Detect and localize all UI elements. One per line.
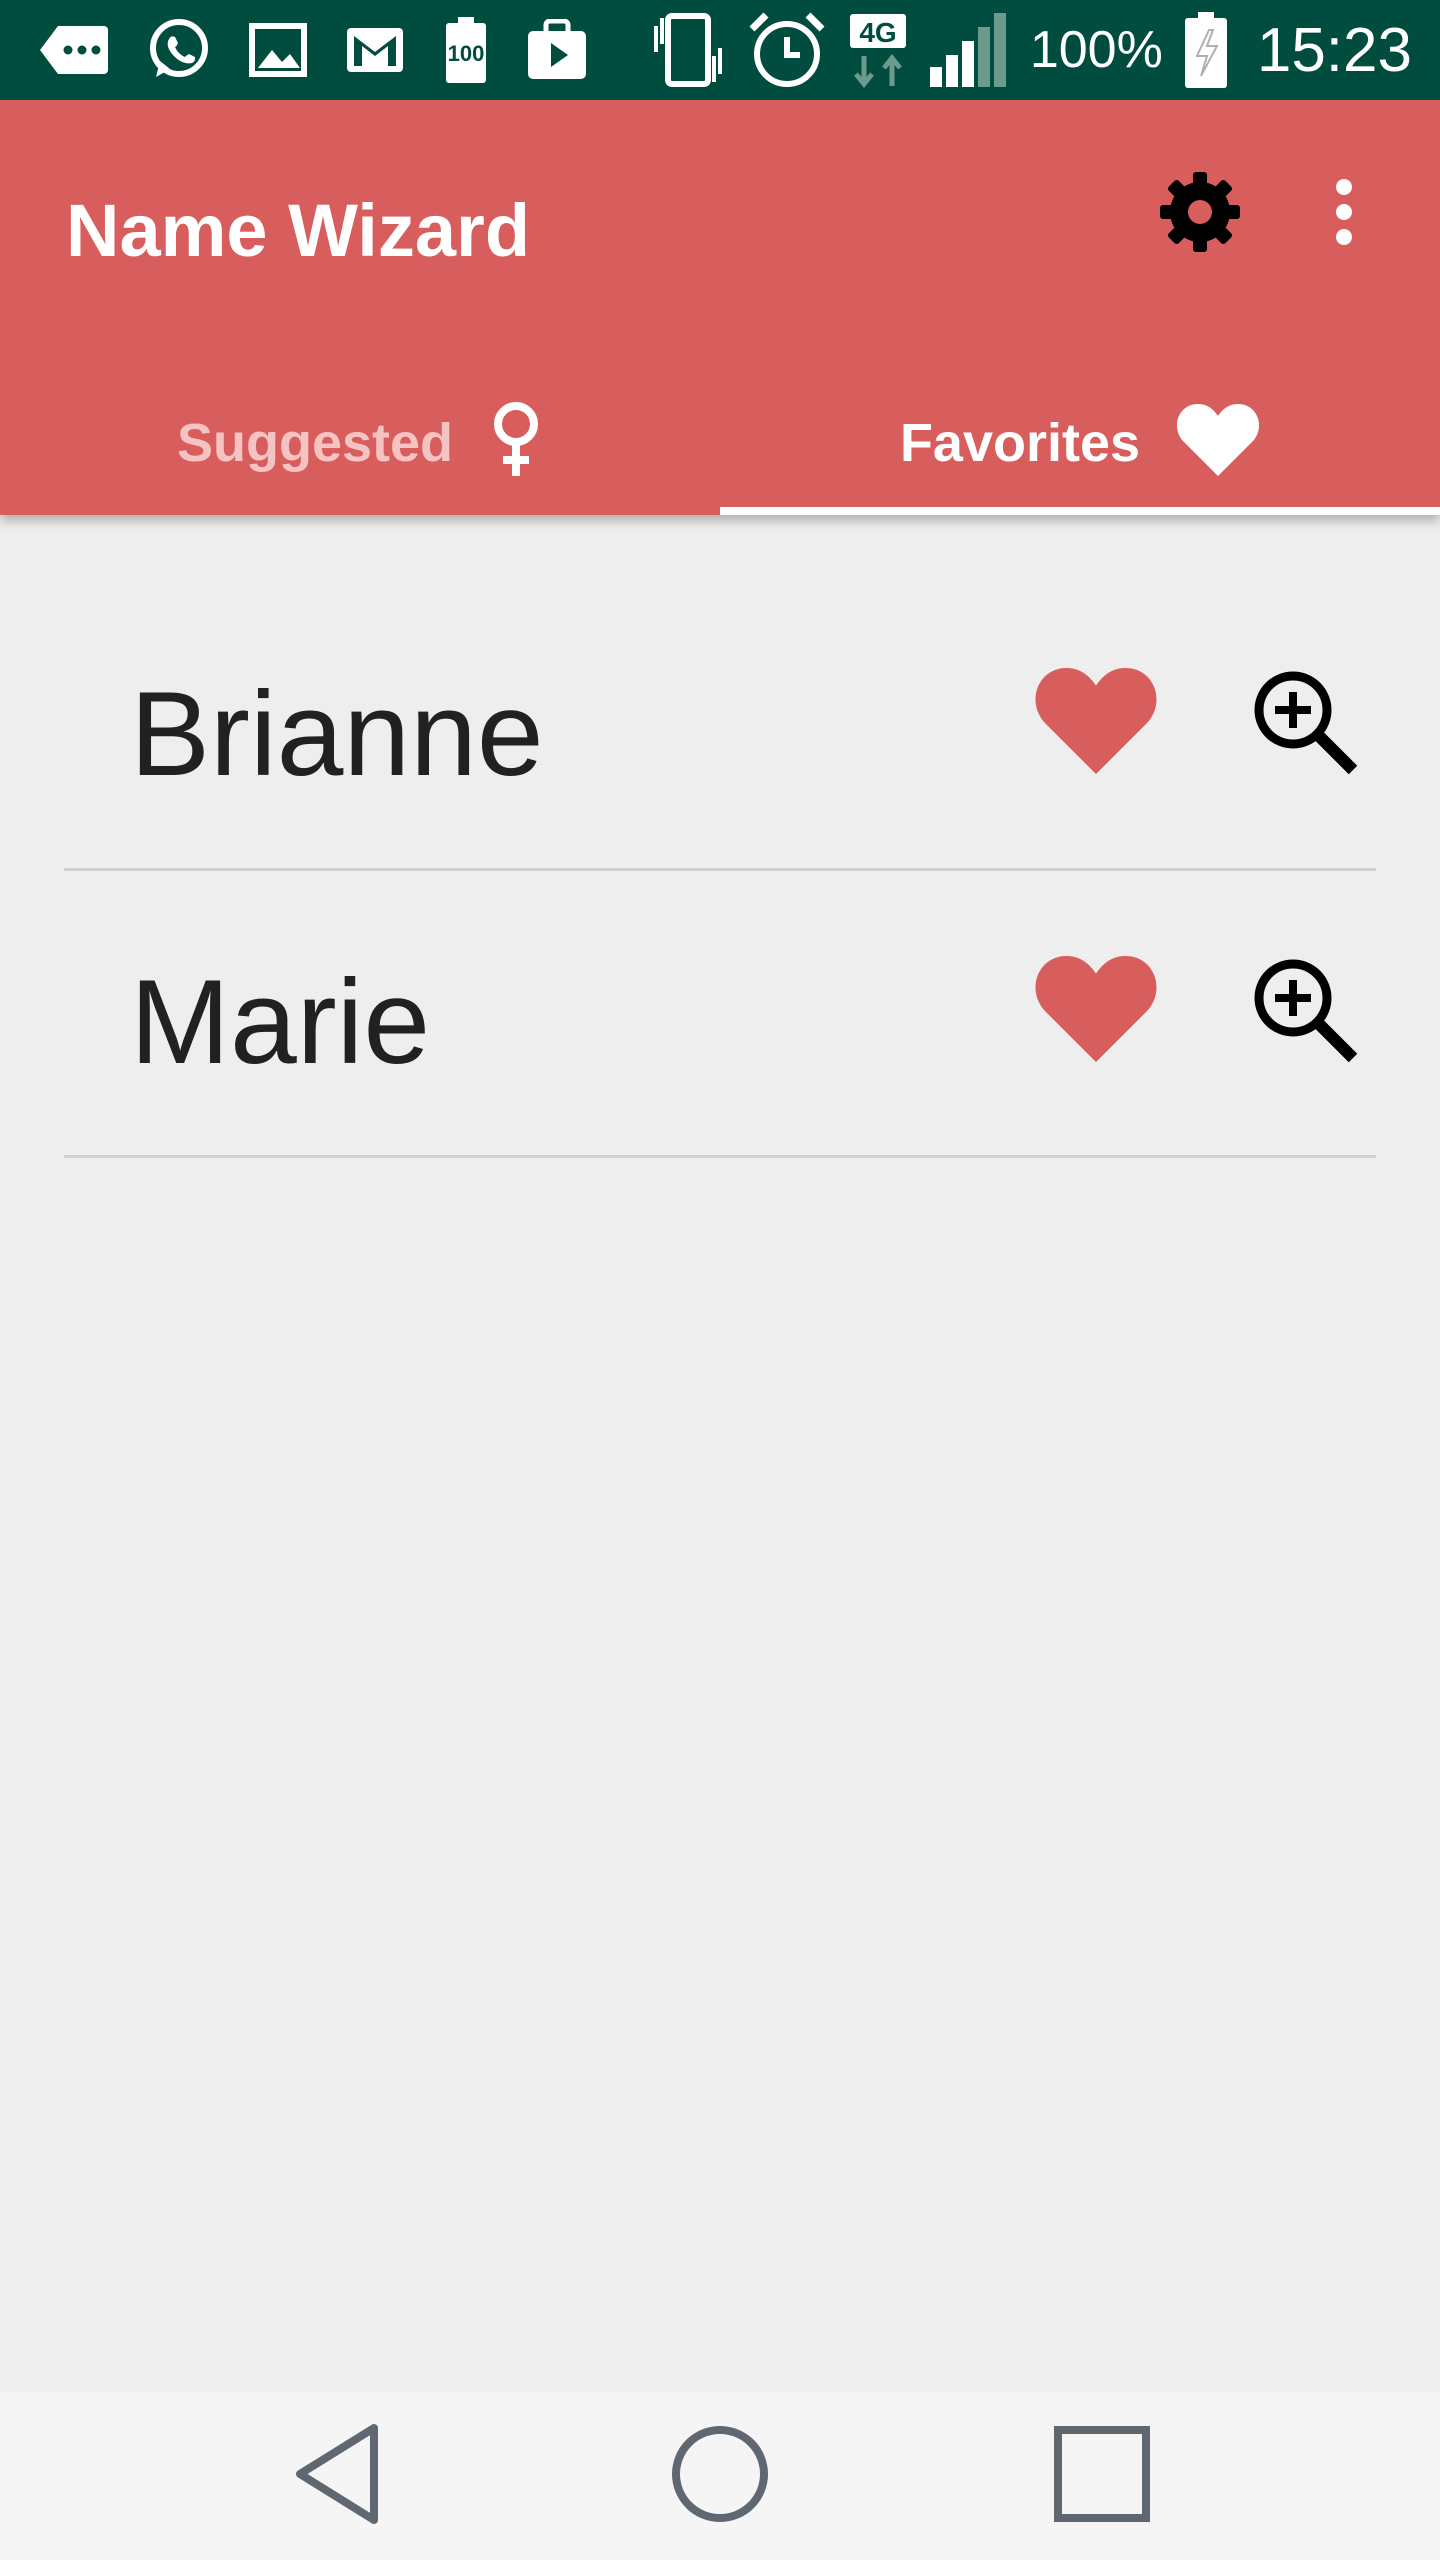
divider xyxy=(64,1155,1376,1158)
battery-100-icon: 100 xyxy=(442,0,490,100)
tab-favorites[interactable]: Favorites xyxy=(720,370,1440,515)
recents-icon xyxy=(1050,2422,1154,2531)
notification-icons: 100 xyxy=(38,0,588,100)
female-icon xyxy=(489,402,543,483)
battery-percent: 100% xyxy=(1029,21,1163,79)
app-bar: Name Wizard Suggested Favorites xyxy=(0,100,1440,515)
favorite-button[interactable] xyxy=(1028,655,1164,791)
zoom-in-icon xyxy=(1249,954,1359,1069)
list-item[interactable]: Marie xyxy=(0,871,1440,1158)
name-text: Marie xyxy=(130,955,431,1089)
message-icon xyxy=(38,0,110,100)
status-bar: 100 4G 100% 15:23 xyxy=(0,0,1440,100)
settings-button[interactable] xyxy=(1156,170,1244,258)
tab-favorites-label: Favorites xyxy=(899,412,1141,473)
gallery-icon xyxy=(248,0,308,100)
tab-indicator xyxy=(720,507,1440,515)
gear-icon xyxy=(1158,170,1242,259)
favorite-button[interactable] xyxy=(1028,943,1164,1079)
zoom-in-icon xyxy=(1249,666,1359,781)
navigation-bar xyxy=(0,2392,1440,2560)
toolbar: Name Wizard xyxy=(66,160,530,300)
battery-charging-icon xyxy=(1181,0,1231,100)
heart-icon xyxy=(1034,665,1158,782)
whatsapp-icon xyxy=(146,0,212,100)
tab-suggested[interactable]: Suggested xyxy=(0,370,720,515)
more-options-button[interactable] xyxy=(1300,170,1388,258)
heart-icon xyxy=(1176,402,1260,483)
heart-icon xyxy=(1034,953,1158,1070)
back-button[interactable] xyxy=(270,2406,410,2546)
back-icon xyxy=(292,2422,388,2531)
play-store-icon xyxy=(526,0,588,100)
alarm-icon xyxy=(746,0,828,100)
tab-suggested-label: Suggested xyxy=(176,412,454,473)
home-button[interactable] xyxy=(650,2406,790,2546)
more-vert-icon xyxy=(1334,177,1354,252)
vibrate-icon xyxy=(648,0,728,100)
network-type-label: 4G xyxy=(859,17,896,48)
tab-bar: Suggested Favorites xyxy=(0,370,1440,515)
list-item[interactable]: Brianne xyxy=(0,515,1440,802)
network-4g-icon: 4G xyxy=(846,0,910,100)
system-status-icons: 4G 100% 15:23 xyxy=(648,0,1412,100)
battery-saver-badge: 100 xyxy=(448,41,485,66)
name-text: Brianne xyxy=(130,667,544,801)
details-button[interactable] xyxy=(1236,655,1372,791)
clock: 15:23 xyxy=(1256,15,1412,85)
details-button[interactable] xyxy=(1236,943,1372,1079)
app-title: Name Wizard xyxy=(66,188,531,272)
recents-button[interactable] xyxy=(1032,2406,1172,2546)
home-icon xyxy=(668,2422,772,2531)
gmail-icon xyxy=(344,0,406,100)
signal-icon xyxy=(928,0,1012,100)
